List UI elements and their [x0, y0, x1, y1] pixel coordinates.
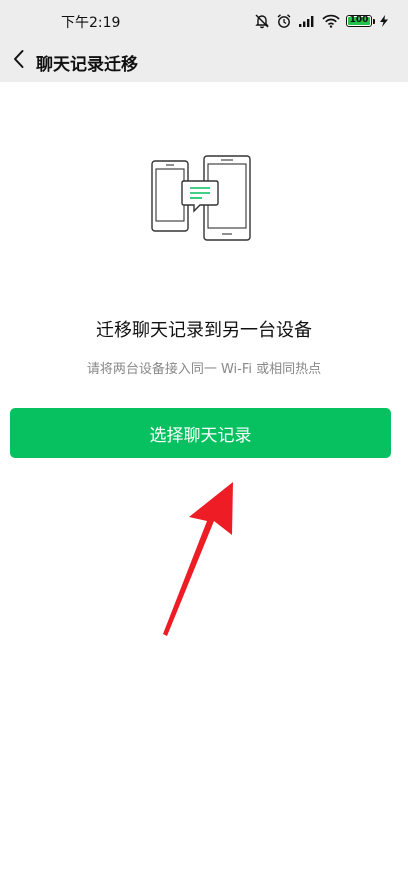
- status-time: 下午2:19: [61, 15, 121, 31]
- page-title: 聊天记录迁移: [36, 55, 138, 75]
- mute-icon: [254, 13, 270, 29]
- wifi-instruction: 请将两台设备接入同一 Wi-Fi 或相同热点: [86, 362, 322, 377]
- main-content: 迁移聊天记录到另一台设备 请将两台设备接入同一 Wi-Fi 或相同热点 选择聊天…: [0, 82, 408, 887]
- select-chat-history-button[interactable]: 选择聊天记录: [10, 408, 391, 458]
- status-bar: 下午2:19 100: [0, 0, 408, 40]
- chevron-left-icon: [12, 49, 26, 73]
- signal-icon: [298, 14, 316, 28]
- battery-icon: 100: [346, 15, 375, 27]
- status-icons: 100: [254, 12, 390, 30]
- charging-icon: [378, 14, 390, 28]
- battery-cap: [373, 19, 375, 24]
- nav-bar: 聊天记录迁移: [0, 40, 408, 82]
- back-button[interactable]: [4, 44, 34, 78]
- wifi-icon: [322, 14, 340, 28]
- two-phones-transfer-icon: [148, 154, 252, 248]
- battery-level: 100: [349, 15, 369, 25]
- transfer-heading: 迁移聊天记录到另一台设备: [96, 320, 312, 341]
- alarm-icon: [276, 13, 292, 29]
